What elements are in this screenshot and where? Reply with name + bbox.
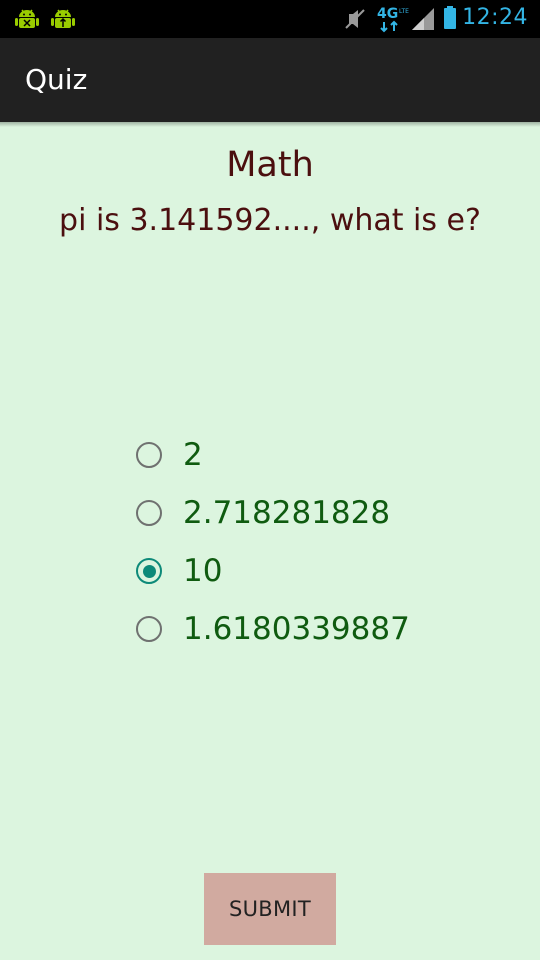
svg-text:LTE: LTE	[399, 8, 409, 15]
signal-icon	[410, 0, 436, 38]
quiz-question: pi is 3.141592...., what is e?	[59, 203, 481, 238]
quiz-category: Math	[226, 145, 314, 185]
status-time: 12:24	[462, 5, 528, 30]
android-debug-icon	[15, 8, 39, 34]
answer-option[interactable]: 10	[134, 542, 514, 600]
answer-option[interactable]: 2.718281828	[134, 484, 514, 542]
submit-button[interactable]: SUBMIT	[204, 873, 336, 945]
action-bar-shadow	[0, 122, 540, 127]
answer-option-label[interactable]: 1.6180339887	[183, 611, 410, 647]
battery-icon	[442, 0, 460, 38]
4g-lte-icon: 4G LTE	[376, 0, 410, 38]
app-title: Quiz	[25, 63, 88, 96]
mute-icon	[343, 0, 367, 38]
answer-option-label[interactable]: 2	[183, 437, 203, 473]
answer-option-label[interactable]: 10	[183, 553, 222, 589]
answer-radio-group: 2 2.718281828 10 1.6180339887	[134, 426, 514, 658]
answer-option[interactable]: 1.6180339887	[134, 600, 514, 658]
radio-button-unchecked[interactable]	[136, 616, 162, 642]
answer-option[interactable]: 2	[134, 426, 514, 484]
action-bar: Quiz	[0, 38, 540, 122]
android-usb-icon	[51, 8, 75, 34]
network-label: 4G	[377, 6, 398, 22]
status-bar: 4G LTE 12:24	[0, 0, 540, 38]
radio-button-unchecked[interactable]	[136, 500, 162, 526]
answer-option-label[interactable]: 2.718281828	[183, 495, 390, 531]
radio-button-unchecked[interactable]	[136, 442, 162, 468]
radio-button-checked[interactable]	[136, 558, 162, 584]
